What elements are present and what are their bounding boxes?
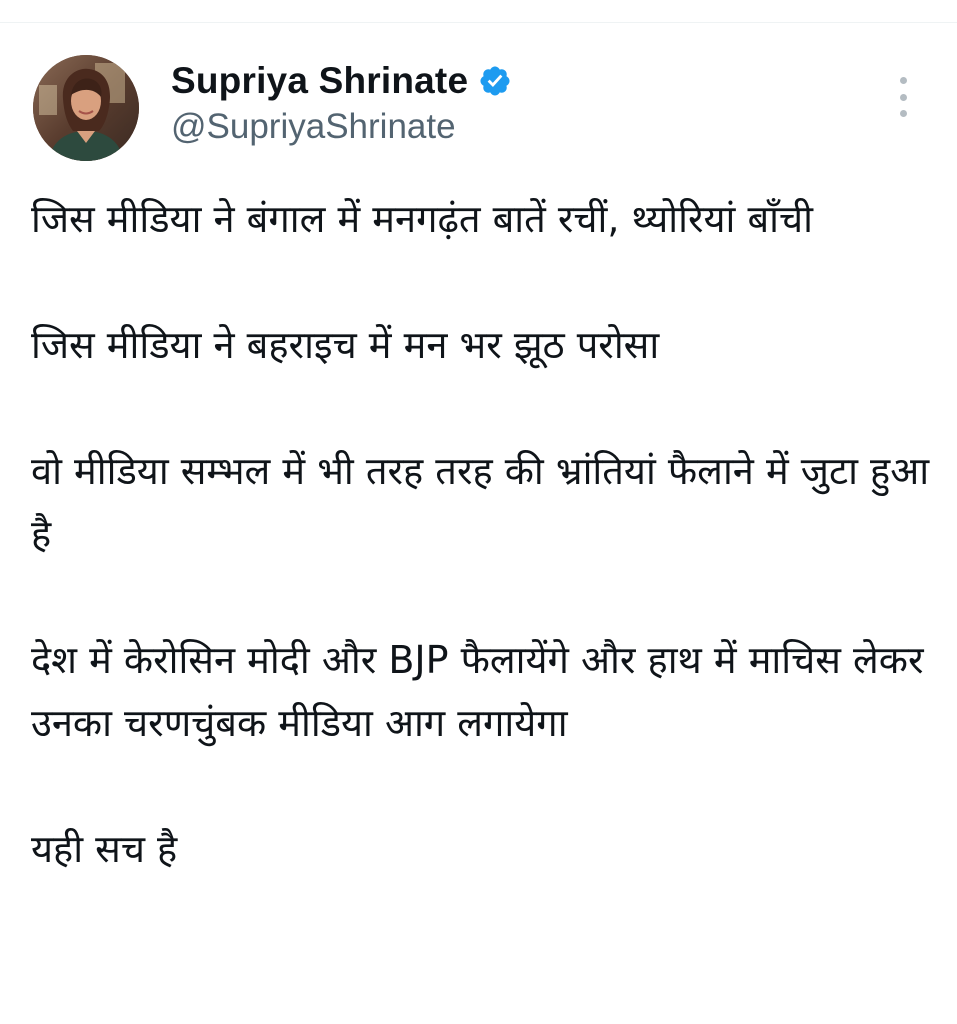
tweet-paragraph: देश में केरोसिन मोदी और BJP फैलायेंगे और… [31, 638, 924, 745]
avatar-image [33, 55, 139, 161]
more-vertical-icon-dot [899, 93, 907, 101]
tweet-paragraph: जिस मीडिया ने बंगाल में मनगढ़ंत बातें रच… [31, 197, 813, 241]
author-name-row[interactable]: Supriya Shrinate [171, 59, 512, 103]
more-vertical-icon-dot [899, 110, 907, 117]
tweet-paragraph: जिस मीडिया ने बहराइच में मन भर झूठ परोसा [31, 323, 660, 367]
more-options-button[interactable] [888, 77, 918, 117]
tweet-paragraph: यही सच है [31, 827, 178, 871]
author-display-name[interactable]: Supriya Shrinate [171, 60, 468, 102]
verified-badge-icon [478, 64, 512, 98]
avatar[interactable] [33, 55, 139, 161]
tweet[interactable]: Supriya Shrinate @SupriyaShrinate जिस मी… [0, 23, 957, 1024]
tweet-text: जिस मीडिया ने बंगाल में मनगढ़ंत बातें रच… [31, 188, 931, 881]
tweet-paragraph: वो मीडिया सम्भल में भी तरह तरह की भ्रांत… [31, 449, 930, 556]
more-vertical-icon-dot [899, 77, 907, 84]
translate-link-cropped[interactable] [31, 1017, 331, 1024]
author-handle[interactable]: @SupriyaShrinate [171, 107, 456, 147]
